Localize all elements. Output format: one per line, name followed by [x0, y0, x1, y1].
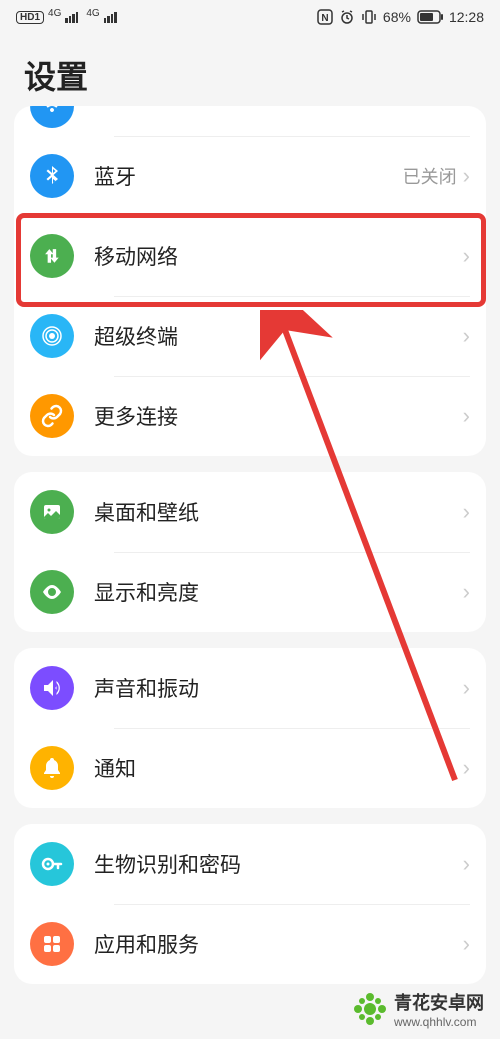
row-label: 通知: [94, 753, 463, 783]
speaker-icon: [30, 666, 74, 710]
signal1-4g: 4G: [48, 8, 61, 19]
status-bar: HD1 4G 4G N 68% 12:28: [0, 0, 500, 34]
row-label: 显示和亮度: [94, 577, 463, 607]
row-label: 桌面和壁纸: [94, 497, 463, 527]
chevron-right-icon: ›: [463, 675, 470, 701]
status-time: 12:28: [449, 9, 484, 25]
signal2-bars: [104, 12, 117, 23]
super-device-icon: [30, 314, 74, 358]
settings-group-sound: 声音和振动 › 通知 ›: [14, 648, 486, 808]
bell-icon: [30, 746, 74, 790]
row-label: 蓝牙: [94, 161, 403, 191]
status-left: HD1 4G 4G: [16, 11, 117, 24]
settings-row-display-brightness[interactable]: 显示和亮度 ›: [14, 552, 486, 632]
chevron-right-icon: ›: [463, 323, 470, 349]
signal1-bars: [65, 12, 78, 23]
settings-group-display: 桌面和壁纸 › 显示和亮度 ›: [14, 472, 486, 632]
link-icon: [30, 394, 74, 438]
status-right: N 68% 12:28: [317, 9, 484, 25]
apps-grid-icon: [30, 922, 74, 966]
key-icon: [30, 842, 74, 886]
row-label: 声音和振动: [94, 673, 463, 703]
wifi-icon: [30, 106, 74, 128]
settings-row-super-device[interactable]: 超级终端 ›: [14, 296, 486, 376]
settings-row-wlan[interactable]: WLAN ›: [14, 106, 486, 136]
watermark-url: www.qhhlv.com: [394, 1015, 484, 1029]
row-label: 超级终端: [94, 321, 463, 351]
settings-row-sound-vibration[interactable]: 声音和振动 ›: [14, 648, 486, 728]
chevron-right-icon: ›: [463, 499, 470, 525]
chevron-right-icon: ›: [463, 931, 470, 957]
row-label: 更多连接: [94, 401, 463, 431]
battery-icon: [417, 10, 443, 24]
settings-group-connectivity: WLAN › 蓝牙 已关闭 › 移动网络 › 超级终端 › 更多连接 ›: [14, 106, 486, 456]
signal2-4g: 4G: [86, 8, 99, 19]
chevron-right-icon: ›: [463, 403, 470, 429]
chevron-right-icon: ›: [463, 243, 470, 269]
chevron-right-icon: ›: [463, 579, 470, 605]
settings-row-bluetooth[interactable]: 蓝牙 已关闭 ›: [14, 136, 486, 216]
page-title: 设置: [0, 34, 500, 112]
eye-icon: [30, 570, 74, 614]
vibrate-icon: [361, 9, 377, 25]
bluetooth-icon: [30, 154, 74, 198]
picture-icon: [30, 490, 74, 534]
chevron-right-icon: ›: [463, 755, 470, 781]
hd-badge: HD1: [16, 11, 44, 24]
svg-text:N: N: [321, 13, 328, 24]
row-value: 已关闭: [403, 163, 457, 189]
settings-row-mobile-network[interactable]: 移动网络 ›: [14, 216, 486, 296]
settings-row-home-wallpaper[interactable]: 桌面和壁纸 ›: [14, 472, 486, 552]
nfc-icon: N: [317, 9, 333, 25]
chevron-right-icon: ›: [463, 163, 470, 189]
battery-percent: 68%: [383, 9, 411, 25]
alarm-icon: [339, 9, 355, 25]
settings-row-biometrics[interactable]: 生物识别和密码 ›: [14, 824, 486, 904]
watermark-logo: [352, 991, 388, 1027]
mobile-data-icon: [30, 234, 74, 278]
chevron-right-icon: ›: [463, 851, 470, 877]
row-label: 应用和服务: [94, 929, 463, 959]
settings-group-security: 生物识别和密码 › 应用和服务 ›: [14, 824, 486, 984]
settings-row-apps-services[interactable]: 应用和服务 ›: [14, 904, 486, 984]
watermark: 青花安卓网 www.qhhlv.com: [352, 989, 484, 1029]
row-label: 移动网络: [94, 241, 463, 271]
settings-row-more-connections[interactable]: 更多连接 ›: [14, 376, 486, 456]
settings-row-notifications[interactable]: 通知 ›: [14, 728, 486, 808]
watermark-title: 青花安卓网: [394, 989, 484, 1015]
row-label: 生物识别和密码: [94, 849, 463, 879]
